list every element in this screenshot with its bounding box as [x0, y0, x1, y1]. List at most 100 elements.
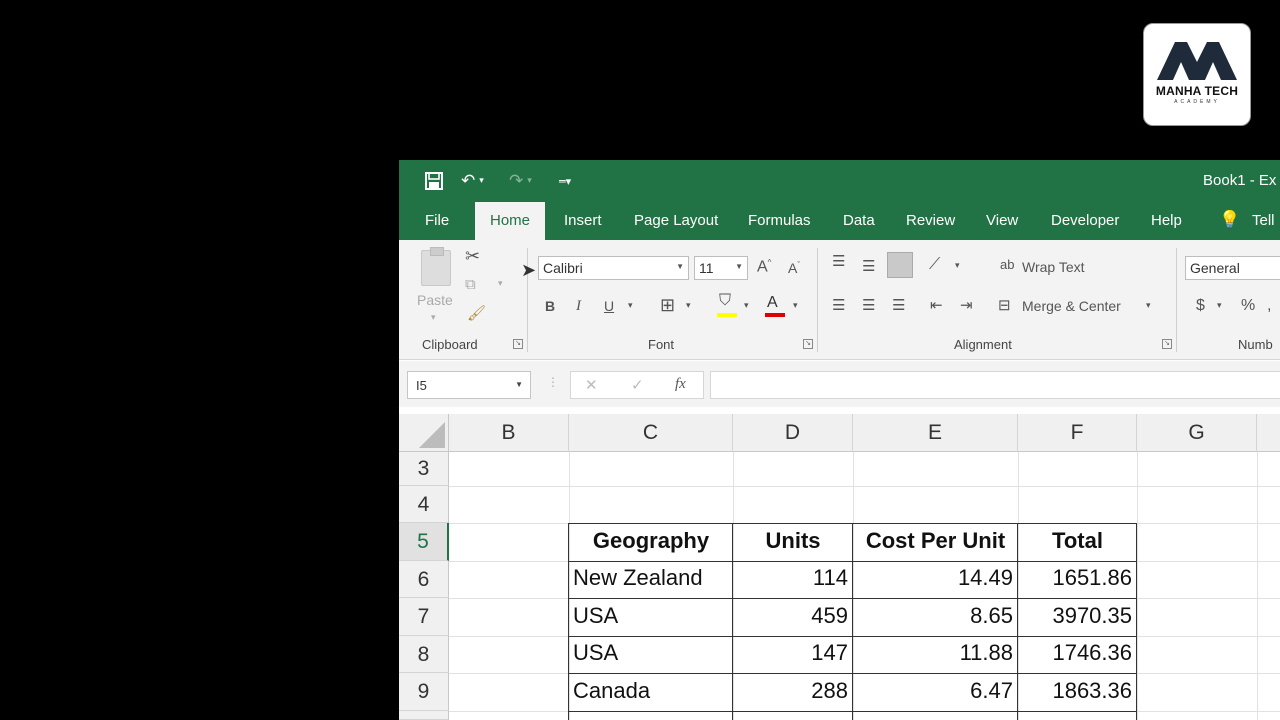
format-painter-icon[interactable]: 🖌 — [467, 304, 486, 322]
paste-button-label[interactable]: Paste — [417, 292, 453, 308]
bold-button[interactable]: B — [545, 298, 555, 314]
fill-color-swatch — [717, 313, 737, 317]
clipboard-launcher-icon[interactable]: ↘ — [513, 339, 523, 349]
tab-page-layout[interactable]: Page Layout — [634, 212, 718, 229]
wrap-text-button[interactable]: Wrap Text — [1022, 259, 1085, 275]
table-header-units[interactable]: Units — [733, 528, 853, 554]
percent-button[interactable]: % — [1241, 297, 1255, 315]
align-bottom-button[interactable] — [887, 252, 913, 278]
chevron-down-icon: ▾ — [498, 278, 503, 288]
table-cell[interactable]: 459 — [733, 603, 848, 629]
row-header-8[interactable]: 8 — [399, 636, 449, 673]
number-format-combo[interactable]: General — [1185, 256, 1280, 280]
cut-icon[interactable]: ✂ — [465, 246, 480, 267]
table-border — [568, 598, 1137, 599]
chevron-down-icon: ▼ — [515, 380, 523, 389]
undo-button[interactable]: ↶ ▾ — [461, 169, 484, 193]
table-cell[interactable]: New Zealand — [573, 565, 703, 591]
column-header-f[interactable]: F — [1018, 414, 1137, 452]
table-header-geography[interactable]: Geography — [569, 528, 733, 554]
font-color-icon[interactable]: A — [767, 294, 778, 312]
tab-insert[interactable]: Insert — [564, 212, 602, 229]
table-cell[interactable]: 11.88 — [853, 640, 1013, 666]
customize-qat-button[interactable]: ═▾ — [559, 169, 571, 193]
align-middle-icon[interactable]: ☰ — [862, 257, 875, 275]
align-top-icon[interactable]: ☰ — [832, 252, 845, 270]
column-header-e[interactable]: E — [853, 414, 1018, 452]
row-header-7[interactable]: 7 — [399, 598, 449, 636]
tab-file[interactable]: File — [425, 212, 449, 229]
alignment-launcher-icon[interactable]: ↘ — [1162, 339, 1172, 349]
column-header-d[interactable]: D — [733, 414, 853, 452]
underline-button[interactable]: U — [604, 298, 614, 314]
font-launcher-icon[interactable]: ↘ — [803, 339, 813, 349]
font-name-combo[interactable]: Calibri ▼ — [538, 256, 689, 280]
row-header-5[interactable]: 5 — [399, 523, 449, 561]
table-cell[interactable]: 1863.36 — [1018, 678, 1132, 704]
align-left-icon[interactable]: ☰ — [832, 296, 845, 314]
table-cell[interactable]: 114 — [733, 565, 848, 591]
name-box[interactable]: I5 ▼ — [407, 371, 531, 399]
align-center-icon[interactable]: ☰ — [862, 296, 875, 314]
insert-function-icon[interactable]: fx — [675, 376, 686, 393]
tab-home[interactable]: Home — [475, 202, 546, 240]
table-cell[interactable]: 3970.35 — [1018, 603, 1132, 629]
comma-style-icon[interactable]: , — [1267, 297, 1271, 315]
row-header-3[interactable]: 3 — [399, 452, 449, 486]
orientation-icon[interactable]: ⟋ — [929, 256, 940, 274]
column-header-g[interactable]: G — [1137, 414, 1257, 452]
enter-icon[interactable]: ✓ — [631, 376, 644, 394]
save-button[interactable] — [425, 169, 443, 193]
table-cell[interactable]: 6.47 — [853, 678, 1013, 704]
row-header-6[interactable]: 6 — [399, 561, 449, 598]
table-cell[interactable]: USA — [573, 603, 618, 629]
align-right-icon[interactable]: ☰ — [892, 296, 905, 314]
tab-view[interactable]: View — [986, 212, 1018, 229]
table-cell[interactable]: Canada — [573, 678, 650, 704]
tab-review[interactable]: Review — [906, 212, 955, 229]
tab-developer[interactable]: Developer — [1051, 212, 1119, 229]
logo-mountain-icon — [1157, 42, 1237, 80]
merge-center-button[interactable]: Merge & Center — [1022, 298, 1121, 314]
redo-button[interactable]: ↷ ▾ — [509, 169, 532, 193]
font-size-combo[interactable]: 11 ▼ — [694, 256, 748, 280]
row-header-9[interactable]: 9 — [399, 673, 449, 711]
table-cell[interactable]: 14.49 — [853, 565, 1013, 591]
tab-tell-me[interactable]: Tell — [1252, 212, 1275, 229]
increase-font-icon[interactable]: A^ — [757, 258, 771, 276]
currency-button[interactable]: $ — [1196, 297, 1205, 315]
gridline — [1137, 452, 1138, 720]
formula-input[interactable] — [710, 371, 1280, 399]
table-cell[interactable]: 147 — [733, 640, 848, 666]
table-header-total[interactable]: Total — [1018, 528, 1137, 554]
table-cell[interactable]: 1746.36 — [1018, 640, 1132, 666]
table-border — [568, 523, 1137, 524]
italic-button[interactable]: I — [576, 298, 581, 315]
decrease-indent-icon[interactable]: ⇤ — [930, 296, 943, 314]
table-cell[interactable]: 8.65 — [853, 603, 1013, 629]
formula-bar-grip-icon[interactable]: ⋮ — [547, 375, 559, 389]
copy-icon[interactable]: ⧉ — [465, 276, 476, 293]
table-cell[interactable]: 288 — [733, 678, 848, 704]
spreadsheet-grid: B C D E F G 3 4 5 6 7 8 9 Geography Unit… — [399, 414, 1280, 720]
tab-data[interactable]: Data — [843, 212, 875, 229]
column-header-h[interactable] — [1257, 414, 1280, 452]
font-group-label: Font — [648, 337, 675, 352]
table-cell[interactable]: USA — [573, 640, 618, 666]
column-header-c[interactable]: C — [569, 414, 733, 452]
decrease-font-icon[interactable]: Aˇ — [788, 260, 800, 276]
row-header-4[interactable]: 4 — [399, 486, 449, 523]
column-header-b[interactable]: B — [449, 414, 569, 452]
cancel-icon[interactable]: ✕ — [585, 376, 598, 394]
increase-indent-icon[interactable]: ⇥ — [960, 296, 973, 314]
paste-icon[interactable] — [421, 247, 451, 286]
row-header-10[interactable] — [399, 711, 449, 720]
tab-formulas[interactable]: Formulas — [748, 212, 811, 229]
borders-icon[interactable]: ⊞ — [660, 295, 675, 316]
ribbon-tabs: File Home Insert Page Layout Formulas Da… — [399, 202, 1280, 240]
table-header-cost-per-unit[interactable]: Cost Per Unit — [853, 528, 1018, 554]
select-all-button[interactable] — [399, 414, 449, 452]
table-cell[interactable]: 1651.86 — [1018, 565, 1132, 591]
tab-help[interactable]: Help — [1151, 212, 1182, 229]
fill-color-icon[interactable]: ⛉ — [719, 292, 731, 310]
